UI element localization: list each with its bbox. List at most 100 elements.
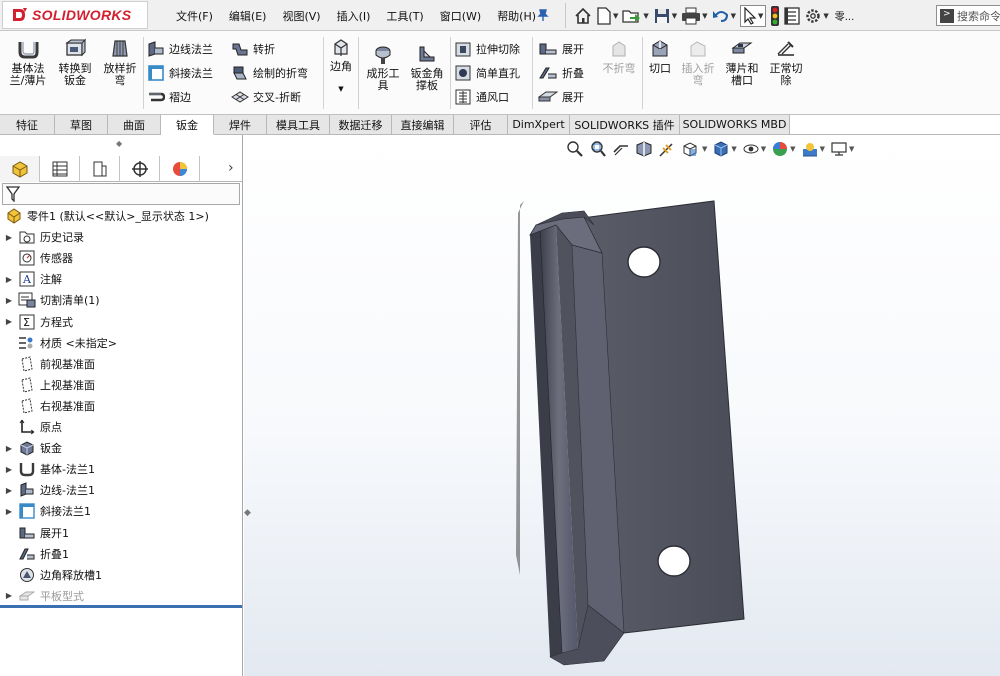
display-manager-tab[interactable] <box>160 156 200 182</box>
chevron-down-icon[interactable]: ▼ <box>790 145 795 153</box>
quick-access-overflow[interactable]: 零... <box>835 8 855 23</box>
chevron-down-icon[interactable]: ▼ <box>849 145 854 153</box>
dimxpert-manager-tab[interactable] <box>120 156 160 182</box>
tree-item[interactable]: ▶ Σ 方程式 <box>0 312 240 332</box>
chevron-down-icon[interactable]: ▼ <box>702 145 707 153</box>
tree-root-part[interactable]: 零件1 (默认<<默认>_显示状态 1>) <box>0 206 240 226</box>
chevron-down-icon[interactable]: ▼ <box>761 145 766 153</box>
rollback-bar[interactable] <box>0 605 242 608</box>
tree-item[interactable]: ▶ 切割清单(1) <box>0 290 240 310</box>
chevron-down-icon[interactable]: ▼ <box>613 12 618 20</box>
menu-tools[interactable]: 工具(T) <box>378 8 431 24</box>
tree-item[interactable]: ▶ 历史记录 <box>0 227 240 247</box>
edge-flange-button[interactable]: 边线法兰 <box>147 40 213 58</box>
file-properties-icon[interactable] <box>784 6 800 25</box>
expand-arrow-icon[interactable]: ▶ <box>0 275 18 284</box>
dynamic-annotation-icon[interactable] <box>658 140 676 158</box>
tree-item[interactable]: 原点 <box>0 417 240 437</box>
print-icon[interactable]: ▼ <box>681 7 708 25</box>
tree-item[interactable]: 前视基准面 <box>0 354 240 374</box>
tab-solidworks-mbd[interactable]: SOLIDWORKS MBD <box>680 115 790 135</box>
no-bends-button[interactable]: 不折弯 <box>598 38 640 75</box>
chevron-down-icon[interactable]: ▼ <box>731 12 736 20</box>
tab-direct-editing[interactable]: 直接编辑 <box>392 115 454 135</box>
chevron-down-icon[interactable]: ▼ <box>702 12 707 20</box>
expand-arrow-icon[interactable]: ▶ <box>0 486 18 495</box>
property-manager-tab[interactable] <box>40 156 80 182</box>
convert-to-sheet-metal-button[interactable]: 转换到 钣金 <box>56 38 94 87</box>
tab-solidworks-addins[interactable]: SOLIDWORKS 插件 <box>570 115 680 135</box>
menu-file[interactable]: 文件(F) <box>168 8 221 24</box>
tree-item[interactable]: 边角释放槽1 <box>0 565 240 585</box>
chevron-down-icon[interactable]: ▼ <box>820 145 825 153</box>
options-gear-icon[interactable]: ▼ <box>804 7 829 25</box>
zoom-to-fit-icon[interactable] <box>566 140 584 158</box>
sheet-metal-gusset-button[interactable]: 钣金角 撑板 <box>406 45 448 92</box>
tree-item[interactable]: 传感器 <box>0 248 240 268</box>
edit-appearance-icon[interactable]: ▼ <box>771 140 796 158</box>
normal-cut-button[interactable]: 正常切 除 <box>766 38 806 87</box>
view-orientation-icon[interactable]: ▼ <box>681 140 707 158</box>
tab-dimxpert[interactable]: DimXpert <box>508 115 570 135</box>
tab-features[interactable]: 特征 <box>0 115 55 135</box>
expand-arrow-icon[interactable]: ▶ <box>0 507 18 516</box>
display-style-icon[interactable]: ▼ <box>712 140 737 158</box>
miter-flange-button[interactable]: 斜接法兰 <box>147 64 213 82</box>
save-icon[interactable]: ▼ <box>653 7 677 25</box>
tab-mold-tools[interactable]: 模具工具 <box>267 115 330 135</box>
jog-button[interactable]: 转折 <box>231 40 275 58</box>
expand-arrow-icon[interactable]: ▶ <box>0 233 18 242</box>
unfold-button[interactable]: 展开 <box>538 40 584 58</box>
new-document-icon[interactable]: ▼ <box>596 6 618 25</box>
select-pointer-icon[interactable]: ▼ <box>739 4 767 27</box>
expand-arrow-icon[interactable]: ▶ <box>0 444 18 453</box>
tab-and-slot-button[interactable]: 薄片和 槽口 <box>722 38 762 87</box>
expand-arrow-icon[interactable]: ▶ <box>0 317 18 326</box>
tree-item[interactable]: ▶ 钣金 <box>0 438 240 458</box>
tab-evaluate[interactable]: 评估 <box>454 115 508 135</box>
expand-arrow-icon[interactable]: ▶ <box>0 465 18 474</box>
tree-item[interactable]: ▶ A 注解 <box>0 269 240 289</box>
cross-break-button[interactable]: 交叉-折断 <box>231 88 301 106</box>
chevron-down-icon[interactable]: ▼ <box>823 12 828 20</box>
base-flange-button[interactable]: 基体法 兰/薄片 <box>8 38 48 87</box>
flatten-button[interactable]: 展开 <box>538 88 584 106</box>
pin-menu-icon[interactable] <box>536 8 550 22</box>
tab-sketch[interactable]: 草图 <box>55 115 108 135</box>
extruded-cut-button[interactable]: 拉伸切除 <box>454 40 520 58</box>
tab-weldments[interactable]: 焊件 <box>214 115 267 135</box>
tree-item[interactable]: ▶ 边线-法兰1 <box>0 480 240 500</box>
tree-item[interactable]: ▶ 斜接法兰1 <box>0 501 240 521</box>
panel-splitter-handle[interactable]: ◆ <box>244 508 251 518</box>
tab-sheet-metal[interactable]: 钣金 <box>161 115 214 135</box>
fold-button[interactable]: 折叠 <box>538 64 584 82</box>
insert-bends-button[interactable]: 插入折 弯 <box>678 38 718 87</box>
feature-tree-filter[interactable] <box>2 183 240 205</box>
chevron-down-icon[interactable]: ▼ <box>731 145 736 153</box>
chevron-down-icon[interactable]: ▼ <box>643 12 648 20</box>
panel-collapse-handle[interactable]: ◆ <box>116 139 122 148</box>
undo-icon[interactable]: ▼ <box>712 7 736 25</box>
view-settings-icon[interactable]: ▼ <box>830 140 854 158</box>
feature-manager-tab[interactable] <box>0 156 40 182</box>
search-commands-input[interactable]: 搜索命令 <box>936 5 1000 26</box>
tree-item[interactable]: 右视基准面 <box>0 396 240 416</box>
menu-window[interactable]: 窗口(W) <box>432 8 489 24</box>
configuration-manager-tab[interactable] <box>80 156 120 182</box>
forming-tool-button[interactable]: 成形工 具 <box>362 45 404 92</box>
expand-arrow-icon[interactable]: ▶ <box>0 296 18 305</box>
hem-button[interactable]: 褶边 <box>147 88 191 106</box>
chevron-down-icon[interactable]: ▼ <box>758 12 763 20</box>
zoom-area-icon[interactable] <box>589 140 607 158</box>
graphics-area[interactable] <box>244 135 1000 676</box>
tree-item[interactable]: 材质 <未指定> <box>0 333 240 353</box>
simple-hole-button[interactable]: 简单直孔 <box>454 64 520 82</box>
vent-button[interactable]: 通风口 <box>454 88 509 106</box>
tree-item[interactable]: ▶ 平板型式 <box>0 586 240 606</box>
tree-item[interactable]: ▶ 基体-法兰1 <box>0 459 240 479</box>
tree-item[interactable]: 展开1 <box>0 523 240 543</box>
chevron-down-icon[interactable]: ▼ <box>672 12 677 20</box>
home-icon[interactable] <box>574 7 592 25</box>
chevron-right-icon[interactable]: › <box>228 160 234 176</box>
tab-data-migration[interactable]: 数据迁移 <box>330 115 392 135</box>
